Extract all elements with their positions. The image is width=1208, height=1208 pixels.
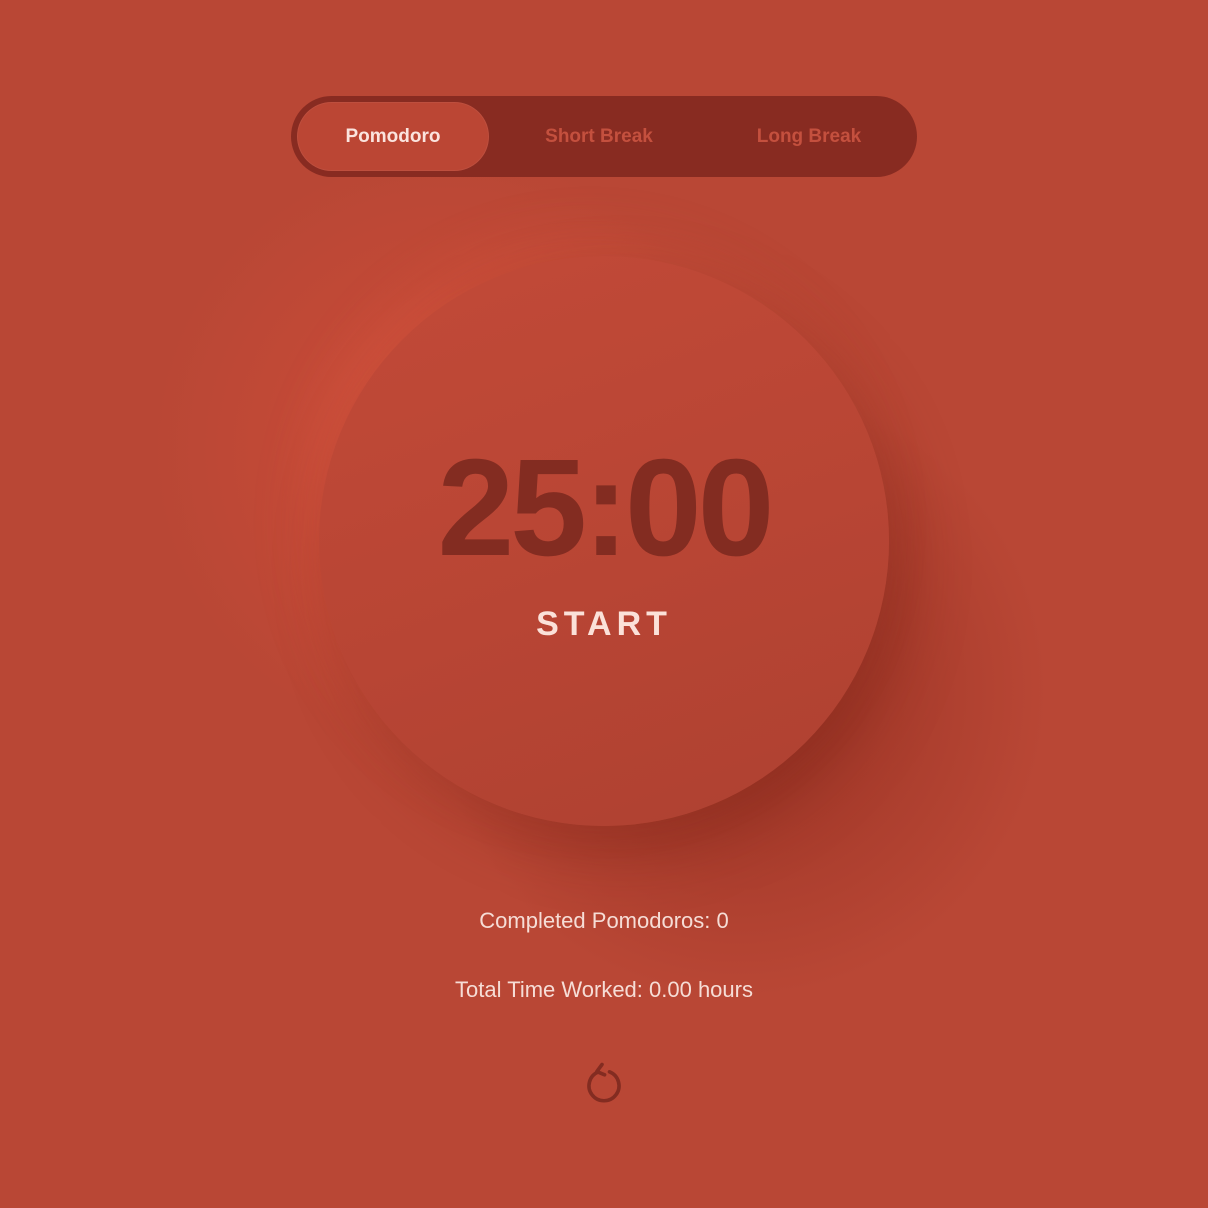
tab-pomodoro[interactable]: Pomodoro [297, 102, 489, 171]
timer-dial[interactable]: 25:00 START [319, 256, 889, 826]
completed-pomodoros: Completed Pomodoros: 0 [479, 908, 729, 933]
tab-short-break[interactable]: Short Break [501, 102, 697, 171]
reset-icon [580, 1058, 628, 1106]
start-button[interactable]: START [504, 600, 704, 648]
total-time-worked: Total Time Worked: 0.00 hours [455, 977, 753, 1002]
reset-button[interactable] [580, 1058, 628, 1106]
tab-long-break[interactable]: Long Break [709, 102, 909, 171]
mode-switcher: Pomodoro Short Break Long Break [291, 96, 917, 177]
timer-display: 25:00 [437, 431, 775, 585]
